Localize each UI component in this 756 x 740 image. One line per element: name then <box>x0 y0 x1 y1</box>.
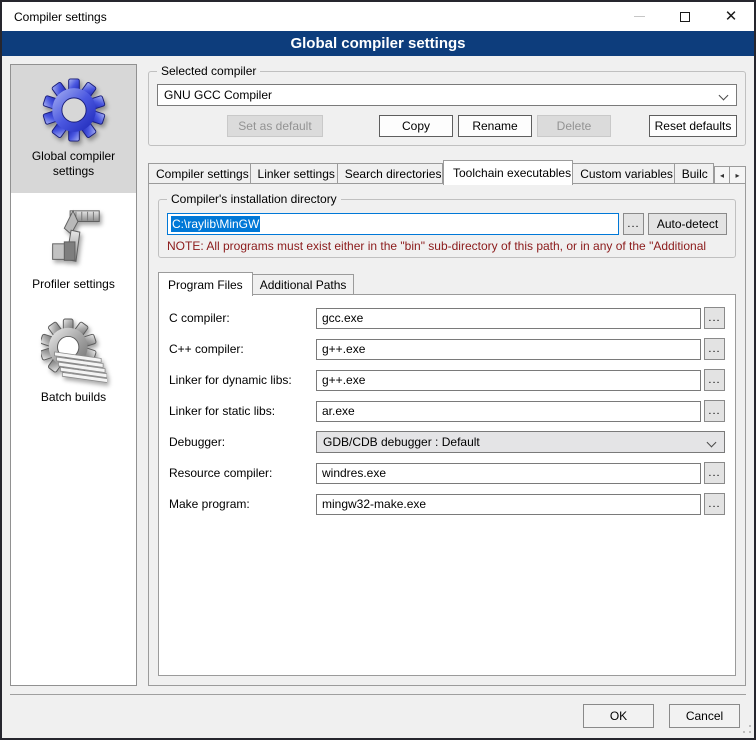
dialog-footer: OK Cancel <box>10 694 746 732</box>
dynamic-linker-browse-button[interactable]: ... <box>704 369 725 391</box>
debugger-select[interactable]: GDB/CDB debugger : Default <box>316 431 725 453</box>
field-label: C compiler: <box>169 311 316 325</box>
gray-gear-papers-icon <box>41 318 107 384</box>
cpp-compiler-browse-button[interactable]: ... <box>704 338 725 360</box>
tab-toolchain-executables[interactable]: Toolchain executables <box>443 160 573 185</box>
caliper-icon <box>41 205 107 271</box>
resource-compiler-browse-button[interactable]: ... <box>704 462 725 484</box>
field-label: Resource compiler: <box>169 466 316 480</box>
sidebar-item-global-compiler-settings[interactable]: Global compiler settings <box>11 65 136 193</box>
c-compiler-input[interactable] <box>316 308 701 329</box>
tab-scroll-right-button[interactable]: ▸ <box>730 166 746 184</box>
field-label: Make program: <box>169 497 316 511</box>
minimize-button[interactable] <box>616 2 662 31</box>
selected-compiler-legend: Selected compiler <box>157 64 260 78</box>
field-row-c-compiler: C compiler: ... <box>169 307 725 329</box>
title-bar: Compiler settings ✕ <box>2 2 754 31</box>
settings-category-sidebar: Global compiler settings <box>10 64 137 686</box>
browse-directory-button[interactable]: ... <box>623 213 644 235</box>
minimize-icon <box>634 16 645 17</box>
window-title: Compiler settings <box>14 10 107 24</box>
sidebar-item-label: Profiler settings <box>32 277 115 292</box>
tab-scroll-left-icon: ◂ <box>720 171 724 180</box>
installation-directory-legend: Compiler's installation directory <box>167 192 341 206</box>
field-label: Linker for static libs: <box>169 404 316 418</box>
chevron-down-icon <box>707 438 717 448</box>
program-files-panel: C compiler: ... C++ compiler: ... Linker… <box>158 294 736 676</box>
window-controls: ✕ <box>616 2 754 31</box>
tab-linker-settings[interactable]: Linker settings <box>251 163 338 184</box>
reset-defaults-button[interactable]: Reset defaults <box>649 115 737 137</box>
chevron-down-icon <box>719 91 729 101</box>
settings-tab-strip: Compiler settings Linker settings Search… <box>148 159 746 184</box>
sidebar-item-profiler-settings[interactable]: Profiler settings <box>11 193 136 306</box>
field-label: Debugger: <box>169 435 316 449</box>
dialog-header: Global compiler settings <box>2 31 754 56</box>
field-row-resource-compiler: Resource compiler: ... <box>169 462 725 484</box>
resize-grip-icon[interactable] <box>742 724 752 734</box>
static-linker-input[interactable] <box>316 401 701 422</box>
blue-gear-icon <box>41 77 107 143</box>
page-title: Global compiler settings <box>290 35 465 52</box>
tab-custom-variables[interactable]: Custom variables <box>573 163 675 184</box>
sidebar-item-label: Batch builds <box>41 390 106 405</box>
static-linker-browse-button[interactable]: ... <box>704 400 725 422</box>
make-program-browse-button[interactable]: ... <box>704 493 725 515</box>
installation-directory-group: Compiler's installation directory C:\ray… <box>158 199 736 258</box>
rename-button[interactable]: Rename <box>458 115 532 137</box>
compiler-select-value: GNU GCC Compiler <box>164 88 272 102</box>
tab-scroll-right-icon: ▸ <box>735 171 739 180</box>
program-files-tab-strip: Program Files Additional Paths <box>158 271 736 295</box>
delete-button[interactable]: Delete <box>537 115 611 137</box>
tab-build-options[interactable]: Builc <box>675 163 714 184</box>
field-row-dynamic-linker: Linker for dynamic libs: ... <box>169 369 725 391</box>
c-compiler-browse-button[interactable]: ... <box>704 307 725 329</box>
auto-detect-button[interactable]: Auto-detect <box>648 213 727 235</box>
maximize-button[interactable] <box>662 2 708 31</box>
dynamic-linker-input[interactable] <box>316 370 701 391</box>
debugger-select-value: GDB/CDB debugger : Default <box>323 435 480 449</box>
copy-button[interactable]: Copy <box>379 115 453 137</box>
sidebar-item-batch-builds[interactable]: Batch builds <box>11 306 136 419</box>
installation-directory-value: C:\raylib\MinGW <box>171 216 260 232</box>
resource-compiler-input[interactable] <box>316 463 701 484</box>
field-row-debugger: Debugger: GDB/CDB debugger : Default <box>169 431 725 453</box>
installation-directory-input[interactable]: C:\raylib\MinGW <box>167 213 619 235</box>
close-icon: ✕ <box>725 9 738 24</box>
field-row-cpp-compiler: C++ compiler: ... <box>169 338 725 360</box>
tab-compiler-settings[interactable]: Compiler settings <box>148 163 251 184</box>
compiler-select[interactable]: GNU GCC Compiler <box>157 84 737 106</box>
cancel-button[interactable]: Cancel <box>669 704 740 728</box>
field-row-static-linker: Linker for static libs: ... <box>169 400 725 422</box>
ok-button[interactable]: OK <box>583 704 654 728</box>
field-label: Linker for dynamic libs: <box>169 373 316 387</box>
tab-program-files[interactable]: Program Files <box>158 272 253 296</box>
field-row-make-program: Make program: ... <box>169 493 725 515</box>
make-program-input[interactable] <box>316 494 701 515</box>
tab-scroll-left-button[interactable]: ◂ <box>714 166 730 184</box>
maximize-icon <box>680 12 690 22</box>
tab-additional-paths[interactable]: Additional Paths <box>253 274 355 295</box>
toolchain-executables-page: Compiler's installation directory C:\ray… <box>148 183 746 686</box>
cpp-compiler-input[interactable] <box>316 339 701 360</box>
sidebar-item-label: Global compiler settings <box>14 149 133 179</box>
close-button[interactable]: ✕ <box>708 2 754 31</box>
compiler-settings-dialog: Compiler settings ✕ Global compiler sett… <box>0 0 756 740</box>
set-as-default-button[interactable]: Set as default <box>227 115 323 137</box>
selected-compiler-group: Selected compiler GNU GCC Compiler Set a… <box>148 71 746 146</box>
installation-note: NOTE: All programs must exist either in … <box>167 239 727 253</box>
tab-search-directories[interactable]: Search directories <box>338 163 443 184</box>
field-label: C++ compiler: <box>169 342 316 356</box>
